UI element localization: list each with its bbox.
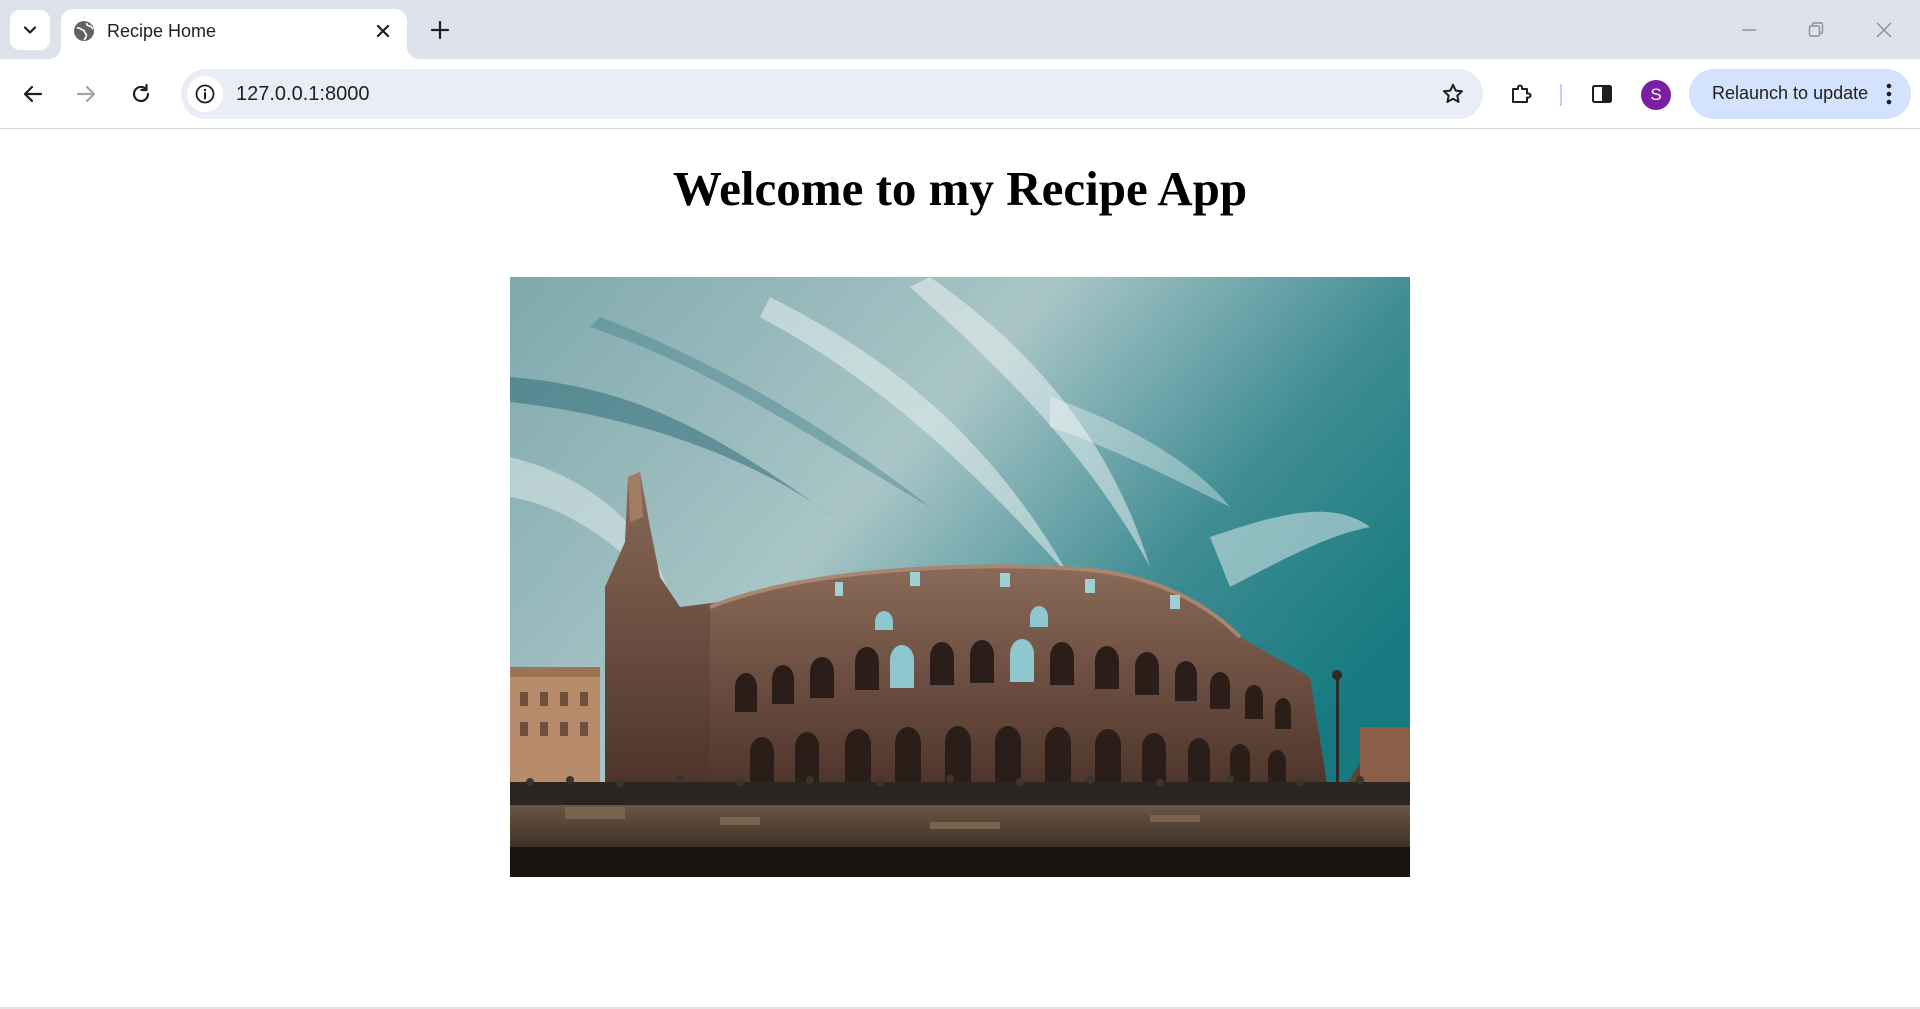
bookmark-button[interactable] — [1439, 80, 1467, 108]
address-bar[interactable]: 127.0.0.1:8000 — [181, 69, 1483, 119]
browser-menu-button[interactable] — [1877, 82, 1901, 106]
close-window-button[interactable] — [1864, 10, 1904, 50]
forward-button[interactable] — [67, 75, 105, 113]
more-vertical-icon — [1886, 83, 1892, 105]
page-content: Welcome to my Recipe App — [0, 130, 1920, 1009]
puzzle-icon — [1512, 84, 1532, 103]
toolbar-separator — [1560, 84, 1562, 106]
back-button[interactable] — [14, 75, 52, 113]
globe-icon — [74, 21, 94, 41]
tab-search-button[interactable] — [10, 10, 50, 50]
relaunch-label: Relaunch to update — [1712, 83, 1869, 103]
side-panel-icon — [1592, 85, 1612, 103]
close-icon — [1876, 22, 1892, 38]
tab-title: Recipe Home — [107, 21, 217, 41]
close-icon — [376, 24, 390, 38]
minimize-icon — [1742, 29, 1756, 31]
minimize-button[interactable] — [1729, 10, 1769, 50]
profile-avatar[interactable]: S — [1641, 80, 1671, 110]
site-info-button[interactable] — [187, 76, 223, 112]
extensions-button[interactable] — [1502, 75, 1540, 113]
restore-icon — [1808, 22, 1824, 37]
star-icon — [1443, 83, 1463, 103]
info-icon — [195, 84, 215, 104]
browser-toolbar: 127.0.0.1:8000 S Relaunch to update — [0, 59, 1920, 129]
hero-image — [510, 277, 1410, 877]
reload-button[interactable] — [122, 75, 160, 113]
reload-icon — [132, 83, 150, 103]
page-title: Welcome to my Recipe App — [672, 161, 1248, 216]
relaunch-button[interactable]: Relaunch to update — [1689, 69, 1911, 119]
chevron-down-icon — [23, 26, 37, 34]
arrow-left-icon — [23, 85, 43, 103]
side-panel-button[interactable] — [1583, 75, 1621, 113]
tab-recipe-home[interactable]: Recipe Home — [61, 9, 407, 59]
plus-icon — [430, 20, 450, 40]
arrow-right-icon — [76, 85, 96, 103]
restore-button[interactable] — [1796, 10, 1836, 50]
tab-strip: Recipe Home — [0, 0, 1920, 59]
colosseum-illustration — [510, 277, 1410, 877]
tab-close-button[interactable] — [371, 19, 395, 43]
url-text[interactable]: 127.0.0.1:8000 — [236, 83, 369, 106]
new-tab-button[interactable] — [424, 14, 456, 46]
